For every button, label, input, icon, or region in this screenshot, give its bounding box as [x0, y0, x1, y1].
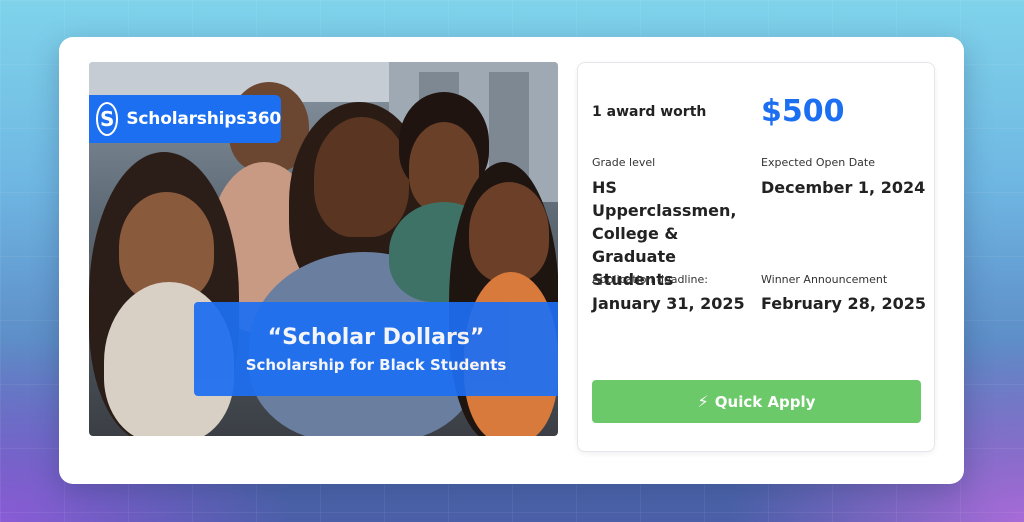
- award-amount: $500: [761, 94, 845, 129]
- deadline-label: Application deadline:: [592, 273, 708, 286]
- open-date-value: December 1, 2024: [761, 178, 926, 197]
- open-date-label: Expected Open Date: [761, 156, 875, 169]
- deadline-value: January 31, 2025: [592, 294, 745, 313]
- grade-level-label: Grade level: [592, 156, 656, 169]
- lightning-bolt-icon: ⚡︎: [697, 392, 709, 411]
- quick-apply-label: Quick Apply: [714, 392, 816, 411]
- scholarship-title: “Scholar Dollars”: [267, 324, 485, 350]
- brand-name: Scholarships360: [126, 109, 281, 129]
- scholarship-card: S Scholarships360 “Scholar Dollars” Scho…: [59, 37, 964, 484]
- brand-logo: S Scholarships360: [89, 95, 281, 143]
- scholarship-details-panel: 1 award worth $500 Grade level HS Upperc…: [577, 62, 935, 452]
- award-label: 1 award worth: [592, 104, 707, 120]
- students-photo: S Scholarships360 “Scholar Dollars” Scho…: [89, 62, 558, 436]
- winner-announcement-label: Winner Announcement: [761, 273, 888, 286]
- quick-apply-button[interactable]: ⚡︎ Quick Apply: [592, 380, 921, 423]
- scholarship-title-banner: “Scholar Dollars” Scholarship for Black …: [194, 302, 558, 396]
- winner-announcement-value: February 28, 2025: [761, 294, 926, 313]
- brand-logo-icon: S: [96, 102, 119, 136]
- scholarship-subtitle: Scholarship for Black Students: [245, 355, 507, 374]
